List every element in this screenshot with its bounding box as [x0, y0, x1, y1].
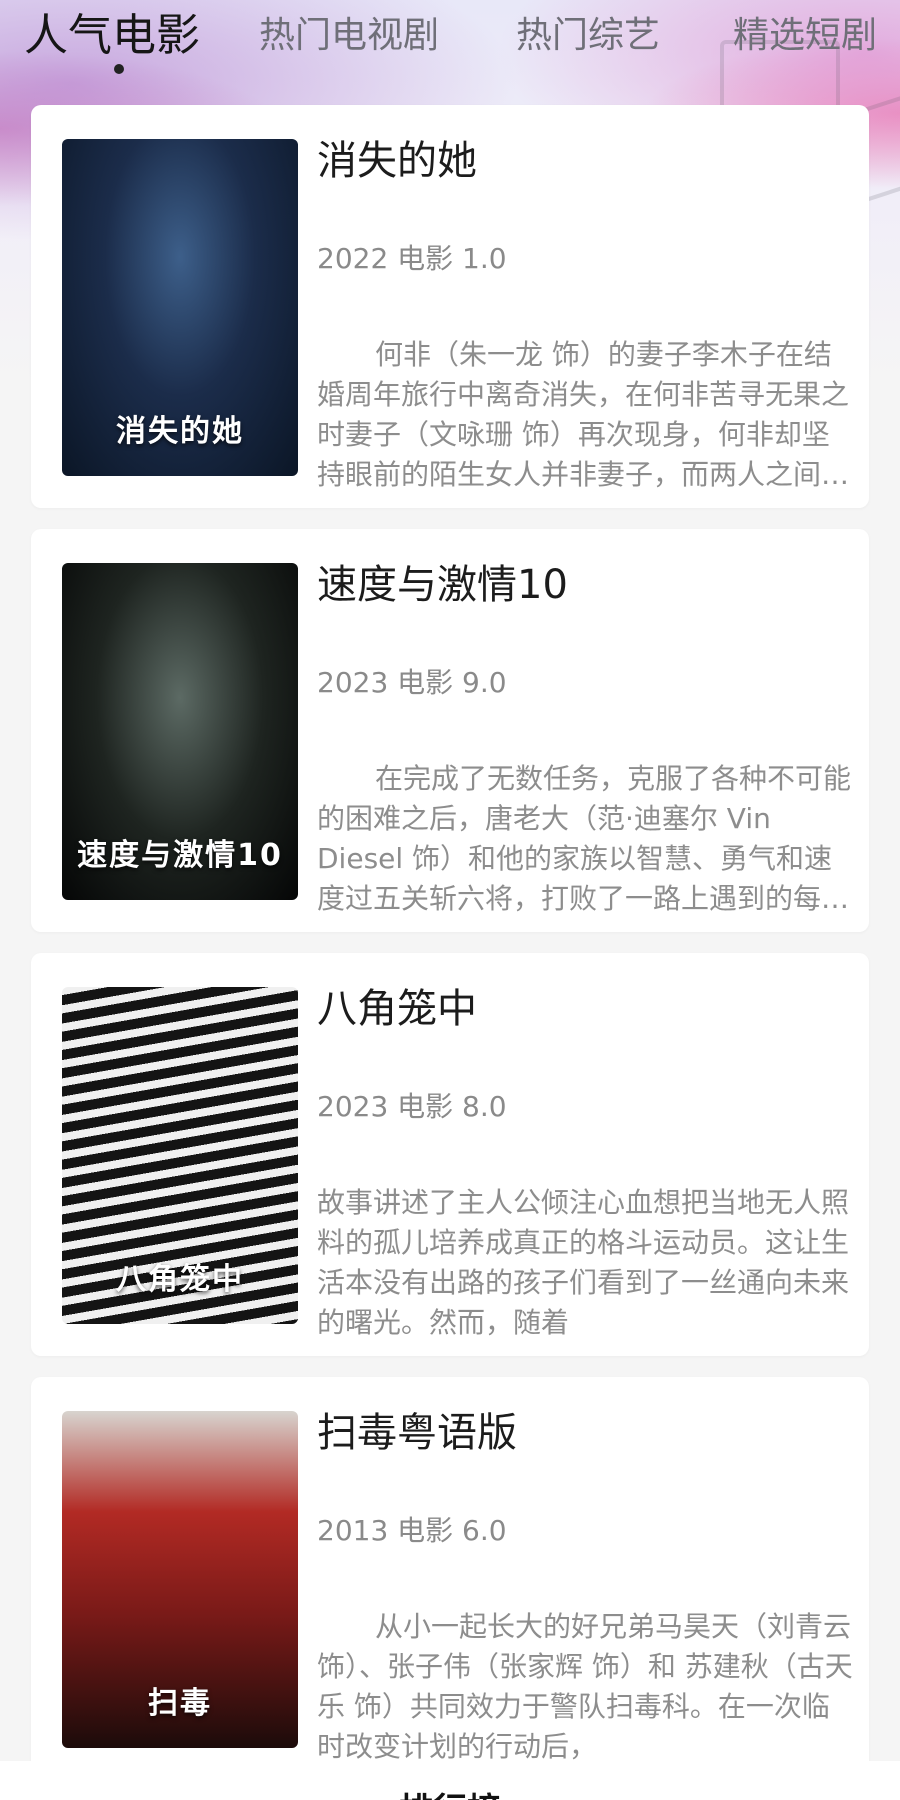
poster-title: 八角笼中 — [116, 1262, 244, 1297]
tab-short-drama[interactable]: 精选短剧 — [733, 10, 877, 62]
movie-description: 故事讲述了主人公倾注心血想把当地无人照料的孤儿培养成真正的格斗运动员。这让生活本… — [317, 1186, 850, 1339]
movie-card[interactable]: 八角笼中 八角笼中 2023 电影 8.0 故事讲述了主人公倾注心血想把当地无人… — [31, 953, 869, 1356]
poster-title: 速度与激情10 — [77, 838, 283, 873]
poster-title: 消失的她 — [116, 414, 244, 449]
movie-title: 扫毒粤语版 — [317, 1410, 517, 1456]
movie-meta: 2023 电影 9.0 — [317, 666, 507, 699]
movie-poster: 八角笼中 — [62, 987, 298, 1324]
movie-meta: 2013 电影 6.0 — [317, 1514, 507, 1547]
movie-list: 消失的她 消失的她 2022 电影 1.0 何非（朱一龙 饰）的妻子李木子在结婚… — [31, 105, 869, 1800]
movie-card[interactable]: 速度与激情10 速度与激情10 2023 电影 9.0 在完成了无数任务，克服了… — [31, 529, 869, 932]
tab-hot-tv-series[interactable]: 热门电视剧 — [259, 10, 439, 62]
movie-meta: 2023 电影 8.0 — [317, 1090, 507, 1123]
ranking-tab[interactable]: 排行榜 — [0, 1783, 900, 1800]
movie-description: 在完成了无数任务，克服了各种不可能的困难之后，唐老大（范·迪塞尔 Vin Die… — [317, 762, 852, 915]
movie-title: 消失的她 — [317, 138, 477, 184]
tab-hot-variety[interactable]: 热门综艺 — [516, 10, 660, 62]
active-tab-indicator — [114, 64, 124, 74]
category-tabs: 人气电影 热门电视剧 热门综艺 精选短剧 — [0, 0, 900, 80]
poster-title: 扫毒 — [148, 1686, 212, 1721]
movie-card[interactable]: 扫毒 扫毒粤语版 2013 电影 6.0 从小一起长大的好兄弟马昊天（刘青云 饰… — [31, 1377, 869, 1780]
movie-card[interactable]: 消失的她 消失的她 2022 电影 1.0 何非（朱一龙 饰）的妻子李木子在结婚… — [31, 105, 869, 508]
movie-poster: 扫毒 — [62, 1411, 298, 1748]
movie-poster: 速度与激情10 — [62, 563, 298, 900]
movie-meta: 2022 电影 1.0 — [317, 242, 507, 275]
bottom-nav-bar: 排行榜 — [0, 1761, 900, 1800]
movie-poster: 消失的她 — [62, 139, 298, 476]
tab-popular-movies[interactable]: 人气电影 — [24, 10, 200, 62]
movie-description: 从小一起长大的好兄弟马昊天（刘青云 饰）、张子伟（张家辉 饰）和 苏建秋（古天乐… — [317, 1610, 853, 1763]
movie-title: 速度与激情10 — [317, 562, 568, 608]
movie-title: 八角笼中 — [317, 986, 477, 1032]
movie-description: 何非（朱一龙 饰）的妻子李木子在结婚周年旅行中离奇消失，在何非苦寻无果之时妻子（… — [317, 338, 850, 491]
